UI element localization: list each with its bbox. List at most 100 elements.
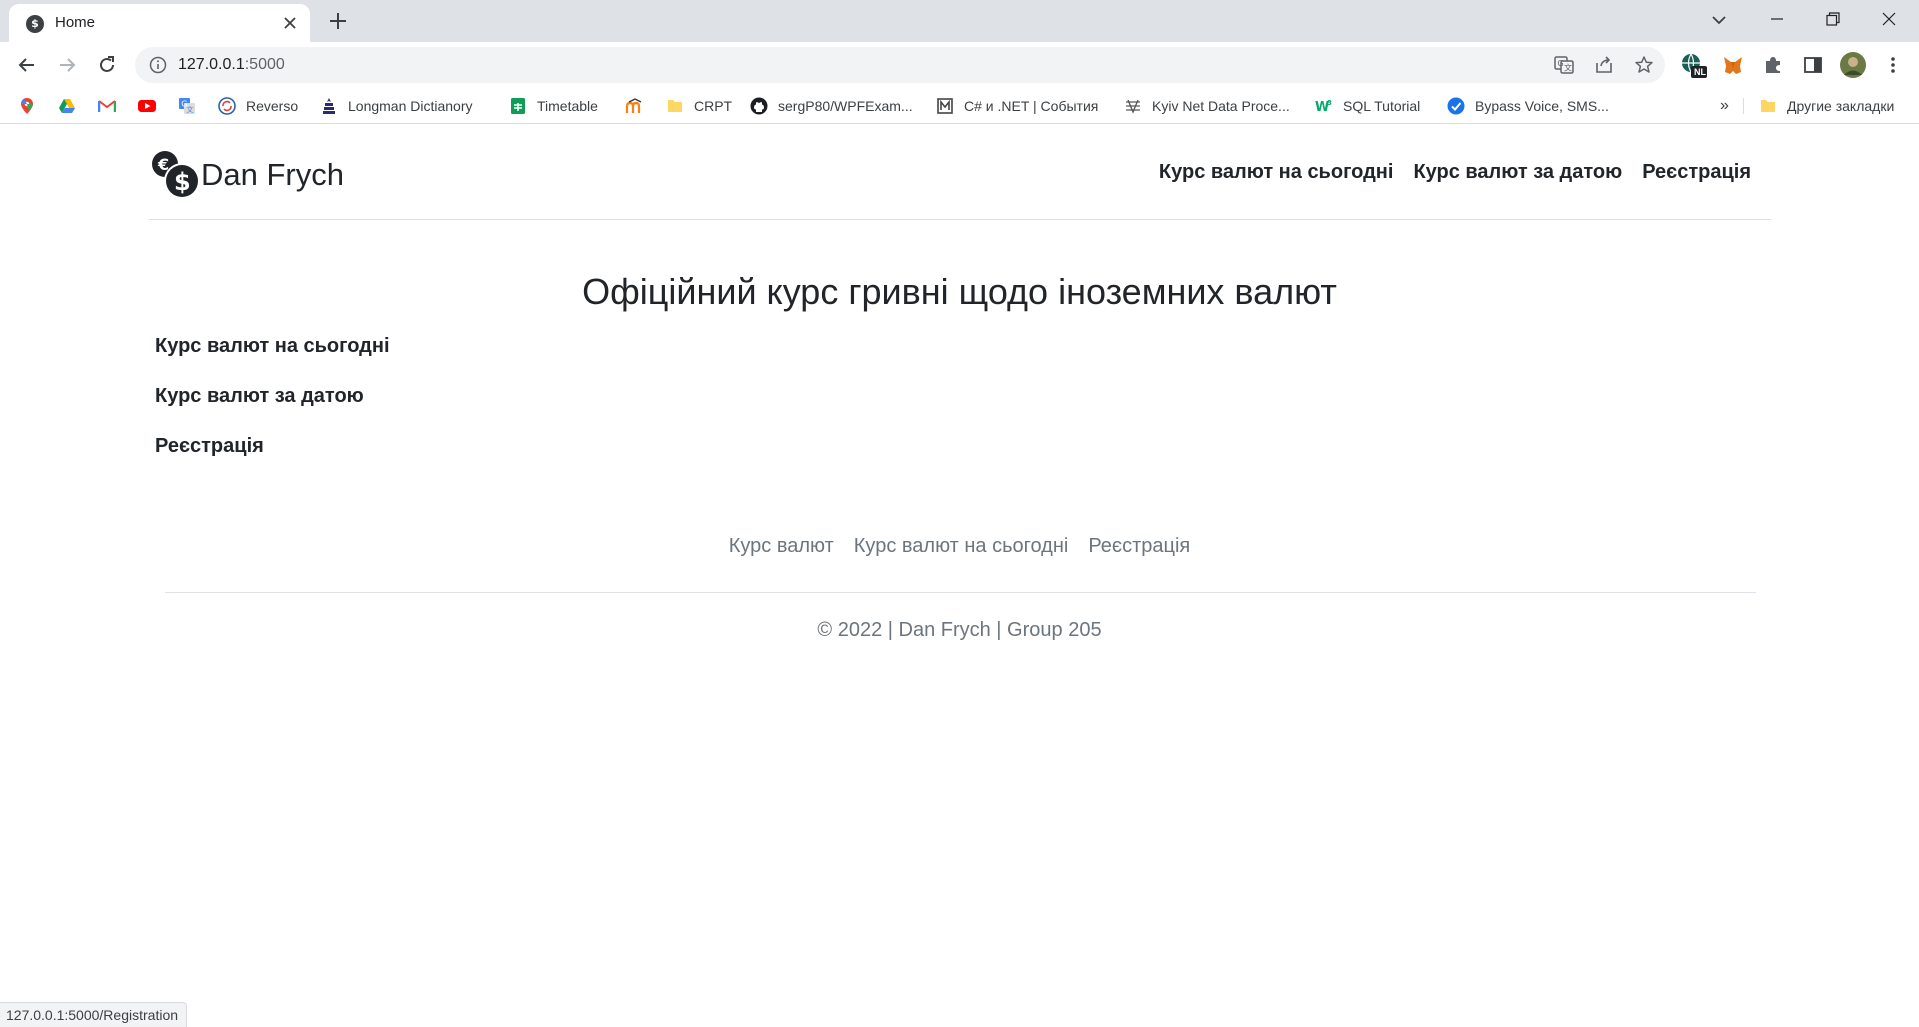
svg-text:G: G	[1558, 59, 1564, 68]
bookmark-label: SQL Tutorial	[1343, 98, 1421, 114]
bookmark-gmail[interactable]	[98, 94, 116, 118]
bookmark-reverso[interactable]: Reverso	[218, 94, 298, 118]
arrow-left-icon	[18, 58, 34, 72]
footer-link-registration[interactable]: Реєстрація	[1088, 535, 1190, 558]
reload-button[interactable]	[92, 50, 122, 80]
nav-rates-by-date[interactable]: Курс валют за датою	[1413, 161, 1622, 184]
dollar-coin-icon: $	[26, 15, 44, 33]
bookmark-bypass[interactable]: Bypass Voice, SMS...	[1447, 94, 1609, 118]
restore-button[interactable]	[1805, 0, 1861, 38]
svg-text:$: $	[174, 168, 191, 196]
info-icon[interactable]	[149, 56, 167, 74]
bookmark-longman[interactable]: Longman Dictianory	[320, 94, 473, 118]
copyright: © 2022 | Dan Frych | Group 205	[817, 619, 1102, 641]
status-bar-url: 127.0.0.1:5000/Registration	[0, 1002, 188, 1027]
bookmark-sql-tutorial[interactable]: W3 SQL Tutorial	[1315, 94, 1420, 118]
github-icon	[750, 97, 768, 115]
bookmark-label: Bypass Voice, SMS...	[1475, 98, 1609, 114]
arrow-right-icon	[60, 58, 76, 72]
close-window-button[interactable]	[1861, 0, 1917, 38]
other-bookmarks[interactable]: Другие закладки	[1759, 94, 1894, 118]
bookmark-label: Kyiv Net Data Proce...	[1152, 98, 1290, 114]
w3schools-icon: W3	[1315, 99, 1332, 115]
metanit-icon	[937, 98, 953, 114]
fox-icon	[1724, 57, 1742, 74]
side-panel-button[interactable]	[1799, 51, 1827, 79]
nav-registration[interactable]: Реєстрація	[1642, 161, 1751, 184]
moodle-icon	[625, 98, 642, 113]
translate-button[interactable]: 文G	[1552, 53, 1576, 77]
back-button[interactable]	[12, 50, 42, 80]
google-translate-icon: G文	[179, 98, 195, 114]
bookmark-label: CRPT	[694, 98, 733, 114]
page-content: € $ Dan Frych Курс валют на сьогодні Кур…	[0, 125, 1919, 1027]
profile-badge: NL	[1694, 67, 1706, 77]
bookmark-label: C# и .NET | События	[964, 98, 1099, 114]
svg-text:3: 3	[1327, 99, 1332, 107]
star-icon	[1635, 56, 1653, 73]
bookmark-github[interactable]: sergP80/WPFExam...	[750, 94, 913, 118]
share-button[interactable]	[1592, 53, 1616, 77]
bookmark-star-button[interactable]	[1632, 53, 1656, 77]
share-icon	[1596, 56, 1612, 73]
footer-divider	[165, 592, 1756, 593]
translate-icon: 文G	[1554, 56, 1574, 74]
google-drive-icon	[59, 99, 75, 113]
bookmarks-overflow-button[interactable]: »	[1720, 94, 1729, 118]
browser-menu-button[interactable]	[1879, 51, 1907, 79]
address-bar[interactable]: 127.0.0.1:5000 文G	[135, 47, 1665, 83]
bookmark-translate[interactable]: G文	[178, 94, 196, 118]
browser-tab-home[interactable]: $ Home	[9, 4, 310, 42]
avatar	[1840, 52, 1866, 78]
currency-coins-icon: € $	[152, 151, 200, 199]
browser-toolbar: 127.0.0.1:5000 文G NL	[0, 42, 1919, 88]
bookmarks-divider	[1743, 98, 1744, 114]
bookmark-label: Другие закладки	[1787, 98, 1895, 114]
folder-icon	[668, 100, 682, 112]
metamask-extension-button[interactable]	[1719, 51, 1747, 79]
folder-icon	[1761, 100, 1775, 112]
forward-button[interactable]	[52, 50, 82, 80]
content-links: Курс валют на сьогодні Курс валют за дат…	[155, 335, 390, 485]
minimize-icon	[1771, 18, 1783, 20]
footer-link-rates-today[interactable]: Курс валют на сьогодні	[854, 535, 1069, 558]
main-nav: Курс валют на сьогодні Курс валют за дат…	[1159, 161, 1751, 184]
new-tab-icon[interactable]	[326, 9, 350, 33]
bookmark-timetable[interactable]: Timetable	[509, 94, 598, 118]
close-icon	[1882, 12, 1896, 26]
link-rates-by-date[interactable]: Курс валют за датою	[155, 385, 390, 409]
bookmark-kyiv-net[interactable]: Kyiv Net Data Proce...	[1124, 94, 1290, 118]
tab-strip: $ Home	[0, 0, 1919, 42]
bookmark-crpt[interactable]: CRPT	[666, 94, 732, 118]
chevron-down-icon[interactable]	[1706, 8, 1732, 32]
link-rates-today[interactable]: Курс валют на сьогодні	[155, 335, 390, 359]
restore-icon	[1826, 12, 1840, 26]
bookmark-label: Reverso	[246, 98, 299, 114]
nav-rates-today[interactable]: Курс валют на сьогодні	[1159, 161, 1394, 184]
google-sheets-icon	[511, 98, 525, 114]
check-badge-icon	[1447, 97, 1465, 115]
bookmark-label: Longman Dictianory	[348, 98, 473, 114]
extensions-button[interactable]	[1759, 51, 1787, 79]
more-vertical-icon	[1891, 57, 1895, 73]
site-icon	[1126, 99, 1140, 114]
minimize-button[interactable]	[1749, 0, 1805, 38]
bookmark-drive[interactable]	[58, 94, 76, 118]
bookmark-metanit[interactable]: C# и .NET | События	[936, 94, 1098, 118]
bookmark-moodle[interactable]	[625, 94, 643, 118]
link-registration[interactable]: Реєстрація	[155, 435, 390, 459]
brand-name: Dan Frych	[201, 157, 344, 192]
vpn-extension-button[interactable]: NL	[1679, 51, 1707, 79]
svg-text:文: 文	[1564, 63, 1572, 73]
bookmark-maps[interactable]	[18, 94, 36, 118]
footer-link-rates[interactable]: Курс валют	[729, 535, 834, 558]
bookmark-youtube[interactable]	[138, 94, 156, 118]
profile-button[interactable]	[1839, 51, 1867, 79]
close-icon[interactable]	[280, 13, 300, 33]
site-header: € $ Dan Frych Курс валют на сьогодні Кур…	[149, 125, 1771, 220]
puzzle-icon	[1766, 57, 1780, 73]
chevron-double-right-icon: »	[1720, 97, 1729, 114]
longman-icon	[323, 98, 335, 114]
brand-link[interactable]: € $ Dan Frych	[149, 147, 344, 203]
gmail-icon	[98, 100, 116, 112]
